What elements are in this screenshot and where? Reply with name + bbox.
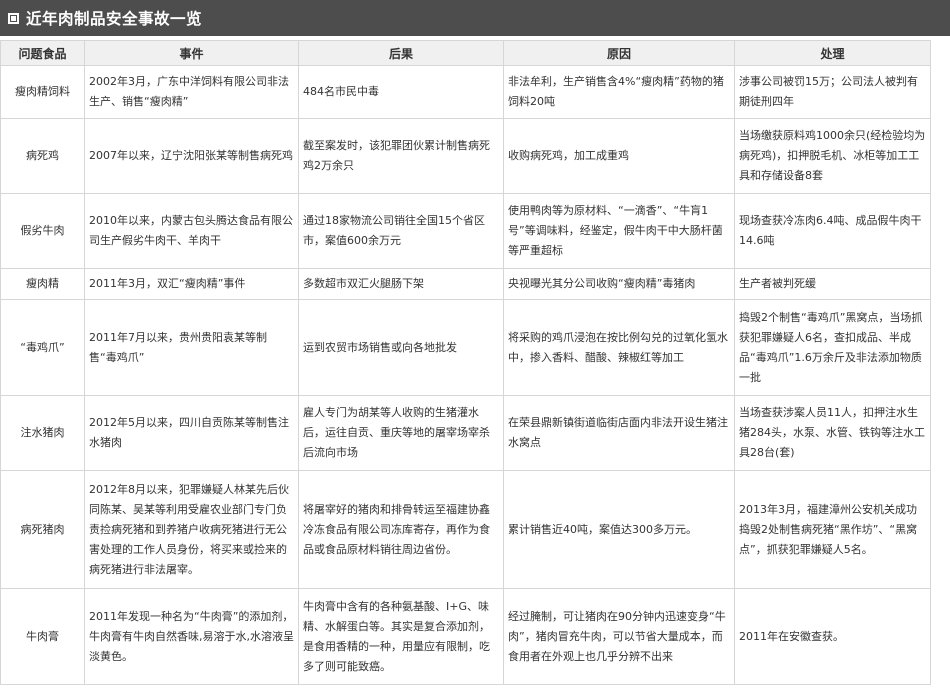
- cell-cause: 使用鸭肉等为原材料、“一滴香”、“牛肓1号”等调味料，经鉴定，假牛肉干中大肠杆菌…: [503, 193, 735, 269]
- cell-handling: 涉事公司被罚15万；公司法人被判有期徒刑四年: [734, 65, 931, 119]
- cell-event: 2012年8月以来，犯罪嫌疑人林某先后伙同陈某、吴某等利用受雇农业部门专门负责捡…: [84, 470, 299, 589]
- incident-table: 问题食品 事件 后果 原因 处理 瘦肉精饲料 2002年3月，广东中洋饲料有限公…: [0, 40, 931, 685]
- cell-event: 2012年5月以来，四川自贡陈某等制售注水猪肉: [84, 395, 299, 471]
- cell-result: 将屠宰好的猪肉和排骨转运至福建协鑫冷冻食品有限公司冻库寄存，再作为食品或食品原材…: [298, 470, 504, 589]
- cell-cause: 经过腌制，可让猪肉在90分钟内迅速变身“牛肉”，猪肉冒充牛肉，可以节省大量成本，…: [503, 588, 735, 685]
- cell-handling: 生产者被判死缓: [734, 268, 931, 300]
- cell-event: 2011年7月以来，贵州贵阳袁某等制售“毒鸡爪”: [84, 299, 299, 396]
- cell-cause: 累计销售近40吨，案值达300多万元。: [503, 470, 735, 589]
- cell-result: 雇人专门为胡某等人收购的生猪灌水后，运往自贡、重庆等地的屠宰场宰杀后流向市场: [298, 395, 504, 471]
- column-header-event: 事件: [84, 40, 299, 66]
- cell-food: 瘦肉精: [0, 268, 85, 300]
- cell-event: 2011年3月，双汇“瘦肉精”事件: [84, 268, 299, 300]
- table-row: 牛肉膏 2011年发现一种名为“牛肉膏”的添加剂，牛肉膏有牛肉自然香味,易溶于水…: [0, 588, 931, 685]
- cell-result: 截至案发时，该犯罪团伙累计制售病死鸡2万余只: [298, 118, 504, 194]
- cell-result: 484名市民中毒: [298, 65, 504, 119]
- table-row: 假劣牛肉 2010年以来，内蒙古包头腾达食品有限公司生产假劣牛肉干、羊肉干 通过…: [0, 193, 931, 269]
- cell-result: 多数超市双汇火腿肠下架: [298, 268, 504, 300]
- cell-result-part: 后，运往自贡、重庆等地的屠宰场宰杀后流向市场: [303, 426, 490, 459]
- cell-event: 2002年3月，广东中洋饲料有限公司非法生产、销售“瘦肉精”: [84, 65, 299, 119]
- page-header: 近年肉制品安全事故一览: [0, 0, 950, 36]
- cell-event: 2007年以来，辽宁沈阳张某等制售病死鸡: [84, 118, 299, 194]
- cell-cause: 央视曝光其分公司收购“瘦肉精”毒猪肉: [503, 268, 735, 300]
- cell-food: 注水猪肉: [0, 395, 85, 471]
- column-header-result: 后果: [298, 40, 504, 66]
- cell-event: 2010年以来，内蒙古包头腾达食品有限公司生产假劣牛肉干、羊肉干: [84, 193, 299, 269]
- cell-result: 运到农贸市场销售或向各地批发: [298, 299, 504, 396]
- square-bullet-icon: [8, 12, 19, 24]
- cell-handling: 现场查获冷冻肉6.4吨、成品假牛肉干14.6吨: [734, 193, 931, 269]
- cell-result: 通过18家物流公司销往全国15个省区市，案值600余万元: [298, 193, 504, 269]
- cell-cause: 将采购的鸡爪浸泡在按比例勾兑的过氧化氢水中，掺入香料、醋酸、辣椒红等加工: [503, 299, 735, 396]
- table-row: 瘦肉精饲料 2002年3月，广东中洋饲料有限公司非法生产、销售“瘦肉精” 484…: [0, 65, 931, 119]
- cell-result: 牛肉膏中含有的各种氨基酸、I+G、味精、水解蛋白等。其实是复合添加剂，是食用香精…: [298, 588, 504, 685]
- cell-food: “毒鸡爪”: [0, 299, 85, 396]
- cell-cause: 在荣县鼎新镇街道临街店面内非法开设生猪注水窝点: [503, 395, 735, 471]
- column-header-food: 问题食品: [0, 40, 85, 66]
- cell-result-part: 雇人专门为胡某等人收购的生猪灌水: [303, 406, 479, 419]
- table-row: 注水猪肉 2012年5月以来，四川自贡陈某等制售注水猪肉 雇人专门为胡某等人收购…: [0, 395, 931, 471]
- column-header-cause: 原因: [503, 40, 735, 66]
- cell-food: 瘦肉精饲料: [0, 65, 85, 119]
- cell-handling: 当场缴获原料鸡1000余只(经检验均为病死鸡)，扣押脱毛机、冰柜等加工工具和存储…: [734, 118, 931, 194]
- cell-event: 2011年发现一种名为“牛肉膏”的添加剂，牛肉膏有牛肉自然香味,易溶于水,水溶液…: [84, 588, 299, 685]
- cell-food: 假劣牛肉: [0, 193, 85, 269]
- cell-handling: 当场查获涉案人员11人，扣押注水生猪284头，水泵、水管、铁钩等注水工具28台(…: [734, 395, 931, 471]
- cell-cause: 收购病死鸡，加工成重鸡: [503, 118, 735, 194]
- table-row: 病死鸡 2007年以来，辽宁沈阳张某等制售病死鸡 截至案发时，该犯罪团伙累计制售…: [0, 118, 931, 194]
- table-row: 病死猪肉 2012年8月以来，犯罪嫌疑人林某先后伙同陈某、吴某等利用受雇农业部门…: [0, 470, 931, 589]
- table-row: “毒鸡爪” 2011年7月以来，贵州贵阳袁某等制售“毒鸡爪” 运到农贸市场销售或…: [0, 299, 931, 396]
- cell-food: 病死猪肉: [0, 470, 85, 589]
- cell-food: 牛肉膏: [0, 588, 85, 685]
- page-title: 近年肉制品安全事故一览: [26, 10, 203, 28]
- cell-handling: 2013年3月，福建漳州公安机关成功捣毁2处制售病死猪“黑作坊”、“黑窝点”，抓…: [734, 470, 931, 589]
- column-header-handling: 处理: [734, 40, 931, 66]
- cell-handling: 捣毁2个制售“毒鸡爪”黑窝点，当场抓获犯罪嫌疑人6名，查扣成品、半成品“毒鸡爪”…: [734, 299, 931, 396]
- table-row: 瘦肉精 2011年3月，双汇“瘦肉精”事件 多数超市双汇火腿肠下架 央视曝光其分…: [0, 268, 931, 300]
- table-header-row: 问题食品 事件 后果 原因 处理: [0, 40, 931, 66]
- cell-food: 病死鸡: [0, 118, 85, 194]
- cell-handling: 2011年在安徽查获。: [734, 588, 931, 685]
- cell-cause: 非法牟利，生产销售含4%“瘦肉精”药物的猪饲料20吨: [503, 65, 735, 119]
